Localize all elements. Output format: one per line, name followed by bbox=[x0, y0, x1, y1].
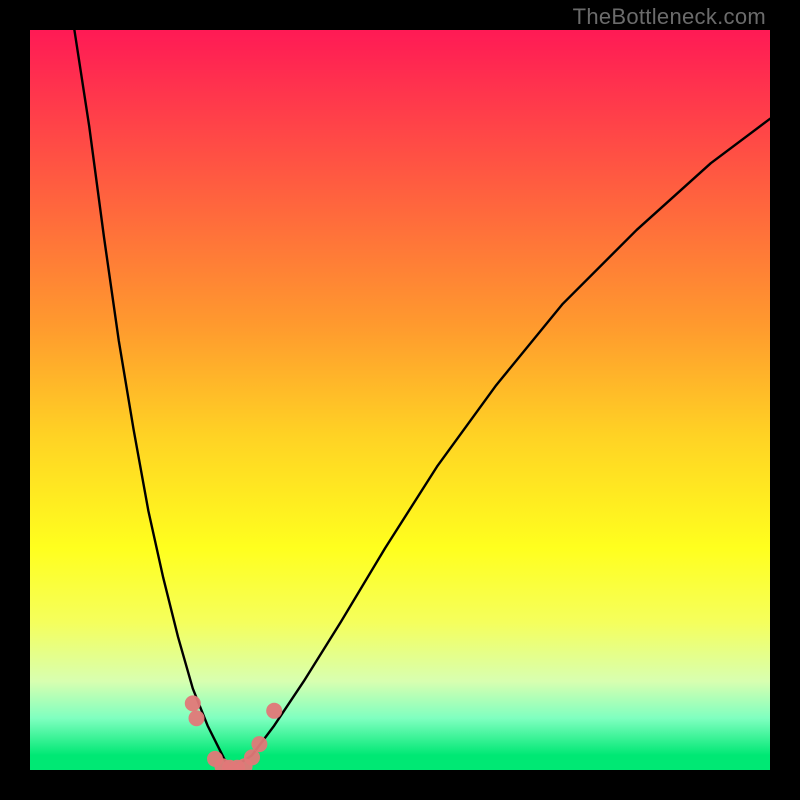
curve-right-branch bbox=[230, 119, 770, 770]
marker-dot bbox=[189, 710, 205, 726]
marker-dot bbox=[251, 736, 267, 752]
curve-left-branch bbox=[74, 30, 229, 770]
marker-dot bbox=[266, 703, 282, 719]
bottleneck-curve bbox=[30, 30, 770, 770]
outer-frame: TheBottleneck.com bbox=[0, 0, 800, 800]
watermark-text: TheBottleneck.com bbox=[573, 4, 766, 30]
marker-dot bbox=[185, 695, 201, 711]
plot-area bbox=[30, 30, 770, 770]
